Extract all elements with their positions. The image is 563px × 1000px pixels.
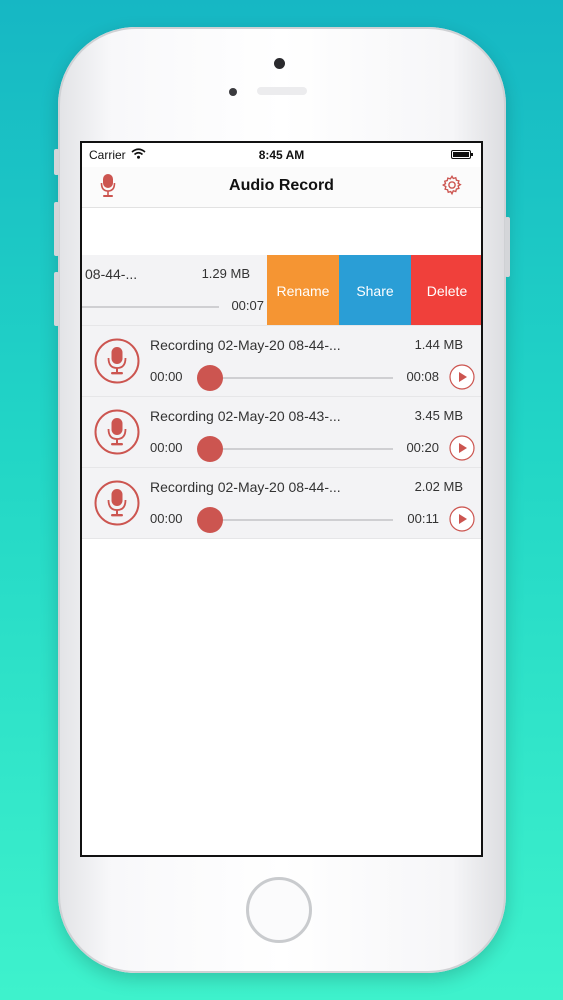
progress-knob[interactable] — [197, 507, 223, 533]
status-bar: Carrier 8:45 AM — [82, 143, 481, 167]
recording-size: 2.02 MB — [414, 479, 463, 494]
recording-duration: 00:08 — [406, 369, 439, 384]
progress-track[interactable] — [200, 448, 393, 450]
volume-down-button — [54, 272, 59, 326]
volume-up-button — [54, 202, 59, 256]
page-title: Audio Record — [229, 177, 334, 194]
recording-name: Recording 02-May-20 08-44-... — [150, 479, 341, 495]
navigation-bar: Audio Record — [82, 167, 481, 208]
recording-name: Recording 02-May-20 08-44-... — [150, 337, 341, 353]
list-item[interactable]: Recording 02-May-20 08-44-... 1.44 MB 00… — [82, 326, 481, 397]
earpiece-speaker — [257, 87, 307, 95]
rename-button[interactable]: Rename — [267, 255, 339, 325]
share-button[interactable]: Share — [339, 255, 411, 325]
power-button — [505, 217, 510, 277]
recording-current-time: 00:00 — [150, 440, 183, 455]
play-icon[interactable] — [449, 506, 475, 532]
progress-knob[interactable] — [197, 365, 223, 391]
progress-track[interactable] — [200, 519, 393, 521]
front-camera — [274, 58, 285, 69]
recording-size: 1.29 MB — [201, 266, 250, 281]
recording-duration: 00:20 — [406, 440, 439, 455]
list-item-swiped[interactable]: 08-44-... 1.29 MB 00:07 Rename Share Del… — [82, 255, 481, 326]
play-icon[interactable] — [449, 435, 475, 461]
recording-size: 3.45 MB — [414, 408, 463, 423]
microphone-icon — [94, 480, 140, 526]
mute-switch — [54, 149, 59, 175]
swipe-actions: Rename Share Delete — [267, 255, 481, 325]
list-item[interactable]: Recording 02-May-20 08-43-... 3.45 MB 00… — [82, 397, 481, 468]
recording-current-time: 00:00 — [150, 511, 183, 526]
recording-name: Recording 02-May-20 08-43-... — [150, 408, 341, 424]
gear-icon[interactable] — [441, 174, 463, 201]
progress-knob[interactable] — [197, 436, 223, 462]
microphone-icon — [94, 409, 140, 455]
recording-duration: 00:07 — [231, 298, 264, 313]
list-item[interactable]: Recording 02-May-20 08-44-... 2.02 MB 00… — [82, 468, 481, 539]
play-icon[interactable] — [449, 364, 475, 390]
recording-duration: 00:11 — [407, 511, 439, 526]
recording-current-time: 00:00 — [150, 369, 183, 384]
progress-track[interactable] — [82, 306, 219, 308]
progress-track[interactable] — [200, 377, 393, 379]
battery-icon — [451, 150, 473, 159]
recording-size: 1.44 MB — [414, 337, 463, 352]
microphone-icon — [94, 338, 140, 384]
status-time: 8:45 AM — [258, 148, 305, 162]
app-screen: Carrier 8:45 AM Audio Record 08-44-... 1… — [80, 141, 483, 857]
home-button[interactable] — [246, 877, 312, 943]
delete-button[interactable]: Delete — [411, 255, 481, 325]
recording-name: 08-44-... — [85, 266, 138, 282]
proximity-sensor — [229, 88, 237, 96]
